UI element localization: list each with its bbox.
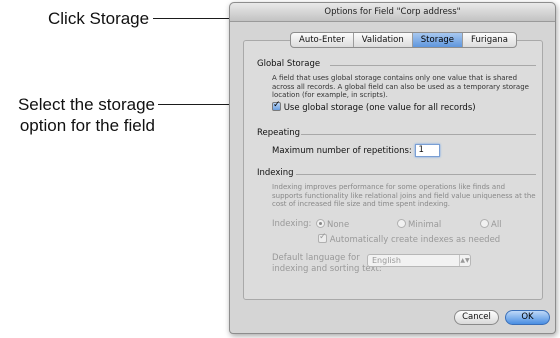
indexing-option-none[interactable]: None — [316, 219, 349, 230]
radio-minimal[interactable] — [397, 219, 406, 228]
default-language-label: Default language for indexing and sortin… — [272, 253, 382, 275]
auto-create-indexes-option[interactable]: Automatically create indexes as needed — [318, 232, 501, 245]
tab-furigana[interactable]: Furigana — [463, 33, 516, 47]
indexing-heading: Indexing — [257, 168, 294, 178]
dialog-title: Options for Field "Corp address" — [230, 3, 555, 22]
auto-create-indexes-checkbox[interactable] — [318, 232, 327, 243]
callout-click-storage: Click Storage — [48, 9, 150, 28]
default-language-label-line1: Default language for — [272, 253, 360, 263]
callout-select-option: Select the storage option for the field — [0, 94, 155, 136]
global-storage-checkbox-label: Use global storage (one value for all re… — [283, 103, 476, 113]
repetitions-row: Maximum number of repetitions: 1 — [272, 144, 440, 157]
tab-storage[interactable]: Storage — [412, 33, 464, 47]
select-arrows-icon: ▲▼ — [459, 255, 470, 266]
callout-select-line2: option for the field — [19, 116, 155, 135]
repeating-heading: Repeating — [257, 128, 301, 138]
indexing-options-row: Indexing: None Minimal All — [272, 219, 522, 230]
global-storage-option[interactable]: Use global storage (one value for all re… — [272, 100, 476, 113]
radio-minimal-label: Minimal — [408, 220, 442, 230]
indexing-description: Indexing improves performance for some o… — [272, 183, 536, 209]
repetitions-input[interactable]: 1 — [414, 144, 440, 157]
tab-auto-enter[interactable]: Auto-Enter — [291, 33, 354, 47]
repeating-divider — [301, 134, 536, 135]
language-select[interactable]: English ▲▼ — [367, 254, 471, 267]
language-select-value: English — [372, 256, 401, 265]
tab-bar: Auto-Enter Validation Storage Furigana — [290, 32, 517, 48]
callout-select-line1: Select the storage — [17, 95, 155, 114]
global-storage-checkbox[interactable] — [272, 100, 281, 111]
default-language-label-line2: indexing and sorting text: — [272, 264, 382, 274]
ok-button[interactable]: OK — [505, 310, 550, 325]
radio-all[interactable] — [480, 219, 489, 228]
global-storage-divider — [330, 65, 536, 66]
tab-validation[interactable]: Validation — [354, 33, 413, 47]
radio-none-label: None — [327, 220, 350, 230]
radio-none[interactable] — [316, 219, 325, 228]
radio-all-label: All — [491, 220, 502, 230]
cancel-button[interactable]: Cancel — [454, 310, 499, 325]
global-storage-description: A field that uses global storage contain… — [272, 74, 529, 100]
repetitions-label: Maximum number of repetitions: — [272, 146, 412, 156]
indexing-label: Indexing: — [272, 219, 312, 229]
indexing-option-minimal[interactable]: Minimal — [397, 219, 441, 230]
auto-create-indexes-label: Automatically create indexes as needed — [329, 235, 501, 245]
indexing-option-all[interactable]: All — [480, 219, 502, 230]
field-options-dialog: Options for Field "Corp address" Auto-En… — [229, 2, 556, 334]
global-storage-heading: Global Storage — [257, 59, 321, 69]
indexing-divider — [296, 174, 536, 175]
